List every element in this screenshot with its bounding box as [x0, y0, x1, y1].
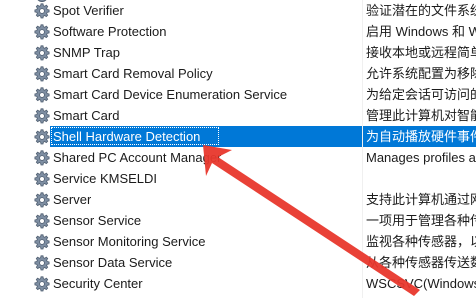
- column-divider: [362, 0, 363, 298]
- gear-icon: [34, 108, 50, 124]
- service-row[interactable]: Shared PC Account Manager Manages profil…: [0, 147, 476, 168]
- gear-icon: [34, 87, 50, 103]
- gear-icon: [34, 213, 50, 229]
- service-row[interactable]: Sensor Data Service 从各种传感器传送数: [0, 252, 476, 273]
- gear-icon: [34, 276, 50, 292]
- service-name: Sensor Monitoring Service: [53, 234, 206, 249]
- service-row-selected[interactable]: Shell Hardware Detection 为自动播放硬件事件: [0, 126, 476, 147]
- gear-icon: [34, 192, 50, 208]
- service-row[interactable]: Sensor Monitoring Service 监视各种传感器，以: [0, 231, 476, 252]
- service-name: Shared PC Account Manager: [53, 150, 222, 165]
- service-row[interactable]: Smart Card 管理此计算机对智能: [0, 105, 476, 126]
- service-description: 为自动播放硬件事件: [366, 129, 476, 144]
- service-row[interactable]: Software Protection 启用 Windows 和 W: [0, 21, 476, 42]
- service-name: Smart Card Device Enumeration Service: [53, 87, 288, 102]
- service-row[interactable]: Spot Verifier 验证潜在的文件系统: [0, 0, 476, 21]
- service-description: 允许系统配置为移除: [366, 66, 476, 81]
- service-name: Smart Card: [53, 108, 120, 123]
- gear-icon: [34, 129, 50, 145]
- services-list: Spot Verifier 验证潜在的文件系统 Software Protect…: [0, 0, 476, 294]
- service-description: 为给定会话可访问的: [366, 87, 476, 102]
- service-description: 从各种传感器传送数: [366, 255, 476, 270]
- gear-icon: [34, 24, 50, 40]
- gear-icon: [34, 45, 50, 61]
- service-row[interactable]: Server 支持此计算机通过网: [0, 189, 476, 210]
- service-description: WSCSVC(Windows: [366, 276, 476, 291]
- service-name: Shell Hardware Detection: [53, 129, 201, 144]
- service-row[interactable]: Smart Card Removal Policy 允许系统配置为移除: [0, 63, 476, 84]
- service-row[interactable]: SNMP Trap 接收本地或远程简单: [0, 42, 476, 63]
- service-name: SNMP Trap: [53, 45, 120, 60]
- gear-icon: [34, 255, 50, 271]
- service-description: 监视各种传感器，以: [366, 234, 476, 249]
- service-row[interactable]: Security Center WSCSVC(Windows: [0, 273, 476, 294]
- service-name: Security Center: [53, 276, 143, 291]
- service-description: 启用 Windows 和 W: [366, 24, 476, 39]
- service-name: Smart Card Removal Policy: [53, 66, 213, 81]
- service-description: 验证潜在的文件系统: [366, 3, 476, 18]
- gear-icon: [34, 150, 50, 166]
- gear-icon: [34, 171, 50, 187]
- service-name: Spot Verifier: [53, 3, 124, 18]
- service-row[interactable]: Service KMSELDI: [0, 168, 476, 189]
- service-name: Sensor Service: [53, 213, 142, 228]
- service-row[interactable]: Sensor Service 一项用于管理各种传感: [0, 210, 476, 231]
- service-row[interactable]: Smart Card Device Enumeration Service 为给…: [0, 84, 476, 105]
- service-description: 支持此计算机通过网: [366, 192, 476, 207]
- service-description: 接收本地或远程简单: [366, 45, 476, 60]
- service-description: 一项用于管理各种传感: [366, 213, 476, 228]
- gear-icon: [34, 66, 50, 82]
- service-name: Sensor Data Service: [53, 255, 173, 270]
- gear-icon: [34, 3, 50, 19]
- service-description: Manages profiles a: [366, 150, 476, 165]
- service-name: Software Protection: [53, 24, 167, 39]
- service-name: Server: [53, 192, 92, 207]
- gear-icon: [34, 234, 50, 250]
- service-description: 管理此计算机对智能: [366, 108, 476, 123]
- service-name: Service KMSELDI: [53, 171, 158, 186]
